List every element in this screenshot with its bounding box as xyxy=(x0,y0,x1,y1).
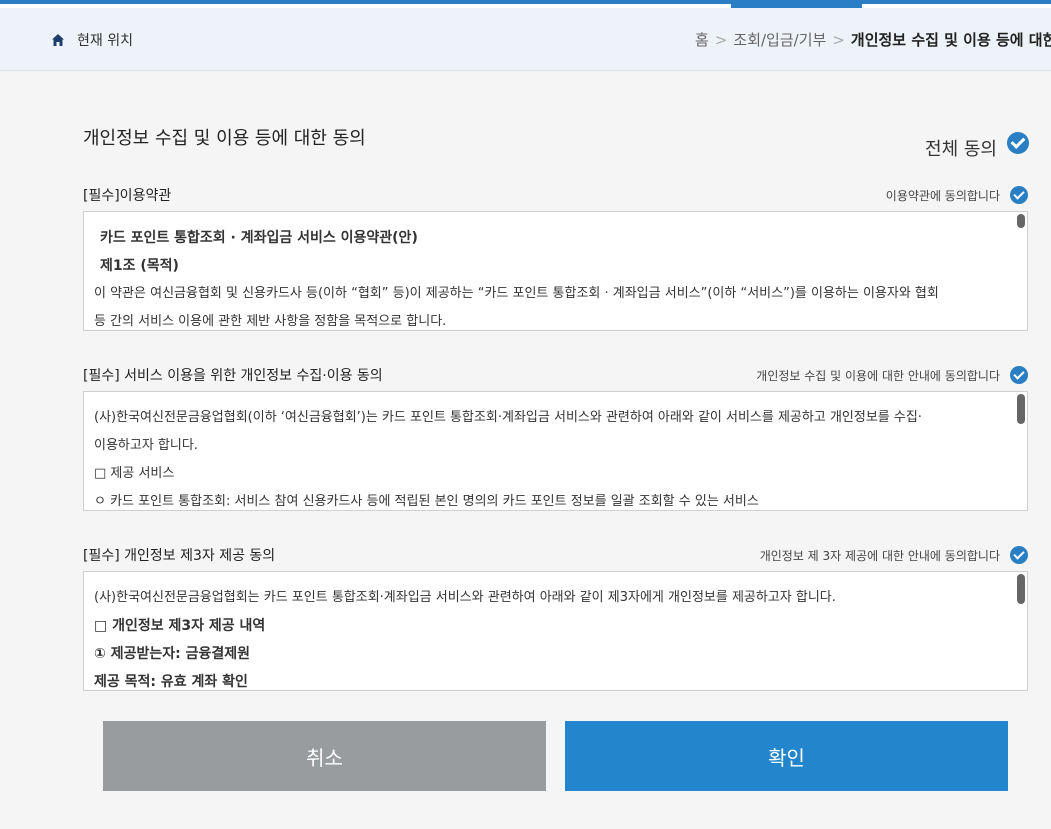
terms-text-box[interactable]: 카드 포인트 통합조회 · 계좌입금 서비스 이용약관(안) 제1조 (목적) … xyxy=(83,211,1028,331)
section-terms-title: [필수]이용약관 xyxy=(83,188,172,204)
terms-agree-toggle[interactable]: 이용약관에 동의합니다 xyxy=(886,186,1028,204)
cancel-button[interactable]: 취소 xyxy=(103,721,546,791)
third-party-paragraph-line: (사)한국여신전문금융업협회는 카드 포인트 통합조회·계좌입금 서비스와 관련… xyxy=(94,590,836,605)
third-party-recipient: ① 제공받는자: 금융결제원 xyxy=(94,646,250,662)
privacy-agree-toggle[interactable]: 개인정보 수집 및 이용에 대한 안내에 동의합니다 xyxy=(756,366,1028,384)
section-third-party-header: [필수] 개인정보 제3자 제공 동의 개인정보 제 3자 제공에 대한 안내에… xyxy=(83,545,1028,565)
terms-heading: 카드 포인트 통합조회 · 계좌입금 서비스 이용약관(안) xyxy=(100,230,418,246)
top-accent-bar xyxy=(0,0,1051,8)
breadcrumb-category[interactable]: 조회/입금/기부 xyxy=(733,31,826,49)
privacy-scrollbar[interactable] xyxy=(1017,394,1025,424)
terms-paragraph-line: 등 간의 서비스 이용에 관한 제반 사항을 정함을 목적으로 합니다. xyxy=(94,314,447,329)
third-party-text-box[interactable]: (사)한국여신전문금융업협회는 카드 포인트 통합조회·계좌입금 서비스와 관련… xyxy=(83,571,1028,691)
third-party-agree-label: 개인정보 제 3자 제공에 대한 안내에 동의합니다 xyxy=(759,548,1000,563)
privacy-list-item: ㅇ 카드 포인트 통합조회: 서비스 참여 신용카드사 등에 적립된 본인 명의… xyxy=(94,494,759,509)
privacy-paragraph-line: 이용하고자 합니다. xyxy=(94,438,198,453)
breadcrumb-home[interactable]: 홈 xyxy=(695,31,709,49)
privacy-list-heading: □ 제공 서비스 xyxy=(94,466,175,481)
home-icon xyxy=(52,34,64,46)
third-party-purpose: 제공 목적: 유효 계좌 확인 xyxy=(94,674,248,690)
privacy-agree-check-icon[interactable] xyxy=(1010,366,1028,384)
section-third-party-title: [필수] 개인정보 제3자 제공 동의 xyxy=(83,548,276,564)
section-terms-header: [필수]이용약관 이용약관에 동의합니다 xyxy=(83,185,1028,205)
privacy-agree-label: 개인정보 수집 및 이용에 대한 안내에 동의합니다 xyxy=(756,368,1000,383)
current-location: 현재 위치 xyxy=(51,30,133,50)
terms-paragraph-line: 이 약관은 여신금융협회 및 신용카드사 등(이하 “협회” 등)이 제공하는 … xyxy=(94,286,939,301)
terms-agree-label: 이용약관에 동의합니다 xyxy=(885,188,1000,203)
breadcrumb-separator: > xyxy=(832,31,845,49)
terms-agree-check-icon[interactable] xyxy=(1010,186,1028,204)
confirm-button[interactable]: 확인 xyxy=(565,721,1008,791)
location-label: 현재 위치 xyxy=(77,33,133,49)
breadcrumb-separator: > xyxy=(714,31,728,49)
all-agree-label: 전체 동의 xyxy=(925,139,997,160)
terms-article: 제1조 (목적) xyxy=(100,258,179,274)
third-party-agree-check-icon[interactable] xyxy=(1010,546,1028,564)
third-party-agree-toggle[interactable]: 개인정보 제 3자 제공에 대한 안내에 동의합니다 xyxy=(760,546,1028,564)
page-title: 개인정보 수집 및 이용 등에 대한 동의 xyxy=(83,128,366,149)
third-party-scrollbar[interactable] xyxy=(1017,574,1025,604)
terms-scrollbar[interactable] xyxy=(1017,214,1025,228)
section-privacy-title: [필수] 서비스 이용을 위한 개인정보 수집·이용 동의 xyxy=(83,368,383,384)
breadcrumb: 홈 > 조회/입금/기부 > 개인정보 수집 및 이용 등에 대한 동의 xyxy=(691,29,1051,50)
location-bar: 현재 위치 홈 > 조회/입금/기부 > 개인정보 수집 및 이용 등에 대한 동의 xyxy=(0,8,1051,71)
section-privacy-header: [필수] 서비스 이용을 위한 개인정보 수집·이용 동의 개인정보 수집 및 … xyxy=(83,365,1028,385)
breadcrumb-current: 개인정보 수집 및 이용 등에 대한 동의 xyxy=(850,31,1051,49)
privacy-paragraph-line: (사)한국여신전문금융업협회(이하 ‘여신금융협회’)는 카드 포인트 통합조회… xyxy=(94,410,922,425)
active-menu-indicator xyxy=(731,0,862,8)
all-agree-toggle[interactable]: 전체 동의 xyxy=(925,125,1029,161)
all-agree-check-icon[interactable] xyxy=(1007,132,1029,154)
privacy-text-box[interactable]: (사)한국여신전문금융업협회(이하 ‘여신금융협회’)는 카드 포인트 통합조회… xyxy=(83,391,1028,511)
third-party-list-heading: □ 개인정보 제3자 제공 내역 xyxy=(94,618,266,634)
